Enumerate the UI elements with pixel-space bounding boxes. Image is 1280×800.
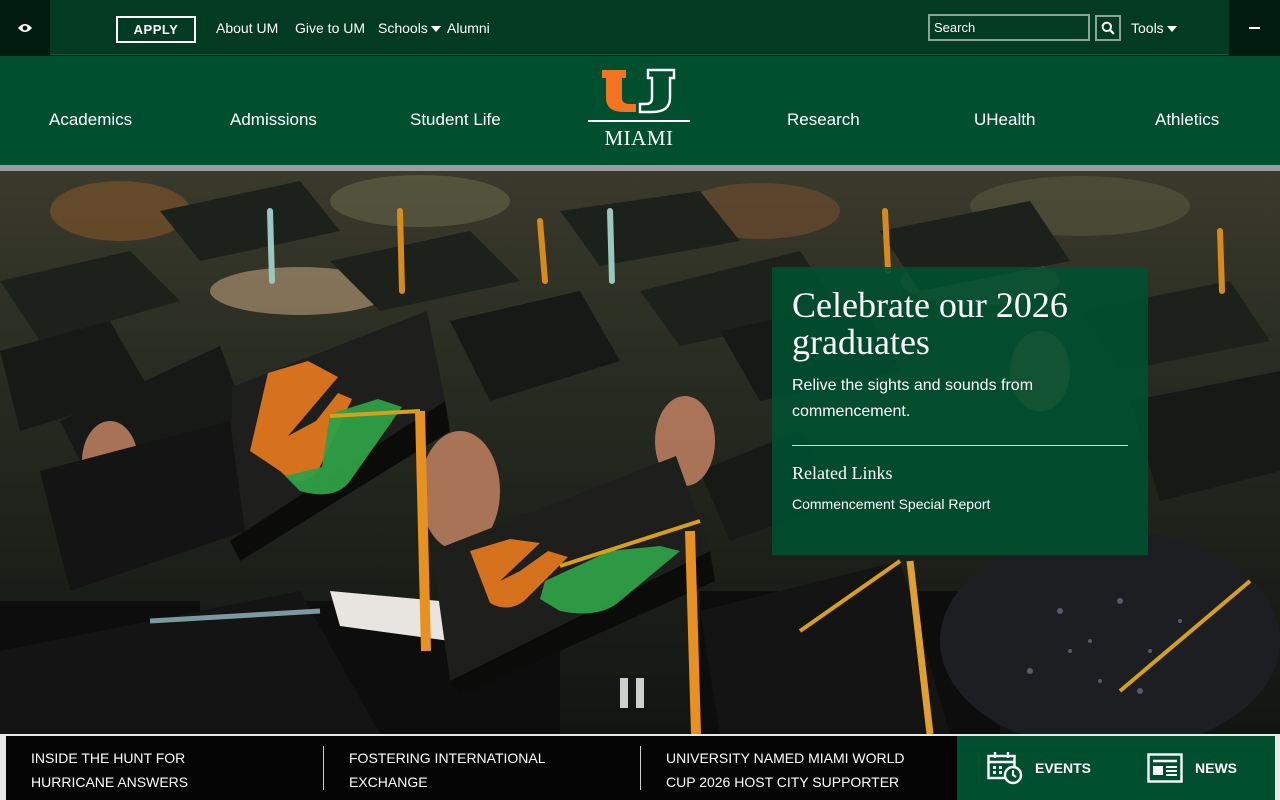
commencement-report-link[interactable]: Commencement Special Report: [792, 496, 1128, 512]
chevron-down-icon: [430, 26, 441, 33]
events-label: EVENTS: [1035, 760, 1092, 776]
about-um-link[interactable]: About UM: [216, 20, 278, 36]
newspaper-icon: [1147, 753, 1183, 783]
news-item-exchange[interactable]: Fostering International Exchange: [349, 746, 569, 794]
collapse-button[interactable]: [1229, 0, 1280, 55]
chevron-down-icon: [1166, 26, 1177, 33]
nav-academics[interactable]: Academics: [49, 110, 132, 130]
main-navigation: Academics Admissions Student Life MIAMI …: [0, 56, 1280, 165]
nav-research[interactable]: Research: [787, 110, 860, 130]
tools-label: Tools: [1131, 20, 1164, 36]
search-button[interactable]: [1095, 15, 1121, 41]
events-link[interactable]: EVENTS: [987, 736, 1091, 800]
um-logo[interactable]: MIAMI: [588, 68, 690, 152]
logo-wordmark: MIAMI: [604, 126, 674, 150]
logo-divider: [588, 120, 690, 122]
news-item-world-cup[interactable]: University Named Miami World Cup 2026 Ho…: [666, 746, 916, 794]
pause-button[interactable]: [620, 678, 644, 708]
utility-bar: APPLY About UM Give to UM Schools Alumni…: [0, 0, 1280, 55]
accessibility-toggle[interactable]: [0, 0, 50, 55]
news-item-hurricane[interactable]: Inside the Hunt for Hurricane Answers: [31, 746, 271, 794]
nav-student-life[interactable]: Student Life: [410, 110, 501, 130]
feature-divider: [792, 445, 1128, 446]
minus-icon: [1249, 26, 1260, 29]
news-label: NEWS: [1195, 760, 1237, 776]
page: APPLY About UM Give to UM Schools Alumni…: [0, 0, 1280, 800]
feature-card: Celebrate our 2026 graduates Relive the …: [772, 267, 1148, 555]
bottom-strip: Inside the Hunt for Hurricane Answers Fo…: [0, 734, 1280, 800]
news-link[interactable]: NEWS: [1147, 736, 1237, 800]
search-icon: [1101, 21, 1115, 35]
news-divider: [323, 746, 324, 790]
alumni-link[interactable]: Alumni: [447, 20, 490, 36]
feature-description: Relive the sights and sounds from commen…: [792, 377, 1034, 420]
u-logo-icon: [602, 68, 676, 114]
news-ticker: Inside the Hunt for Hurricane Answers Fo…: [6, 736, 957, 800]
news-divider: [640, 746, 641, 790]
hero-carousel: Celebrate our 2026 graduates Relive the …: [0, 171, 1280, 734]
nav-athletics[interactable]: Athletics: [1155, 110, 1219, 130]
tools-menu[interactable]: Tools: [1131, 20, 1177, 36]
schools-label: Schools: [378, 20, 428, 36]
apply-button[interactable]: APPLY: [116, 16, 196, 43]
calendar-clock-icon: [987, 752, 1023, 785]
give-to-um-link[interactable]: Give to UM: [295, 20, 365, 36]
quick-links: EVENTS NEWS: [957, 736, 1275, 800]
schools-menu[interactable]: Schools: [378, 20, 441, 36]
related-links-heading: Related Links: [792, 463, 893, 483]
nav-uhealth[interactable]: UHealth: [974, 110, 1035, 130]
feature-title: Celebrate our 2026 graduates: [792, 285, 1068, 362]
eye-icon: [18, 23, 32, 32]
nav-admissions[interactable]: Admissions: [230, 110, 317, 130]
pause-icon: [620, 678, 628, 708]
search-input[interactable]: [928, 14, 1090, 41]
